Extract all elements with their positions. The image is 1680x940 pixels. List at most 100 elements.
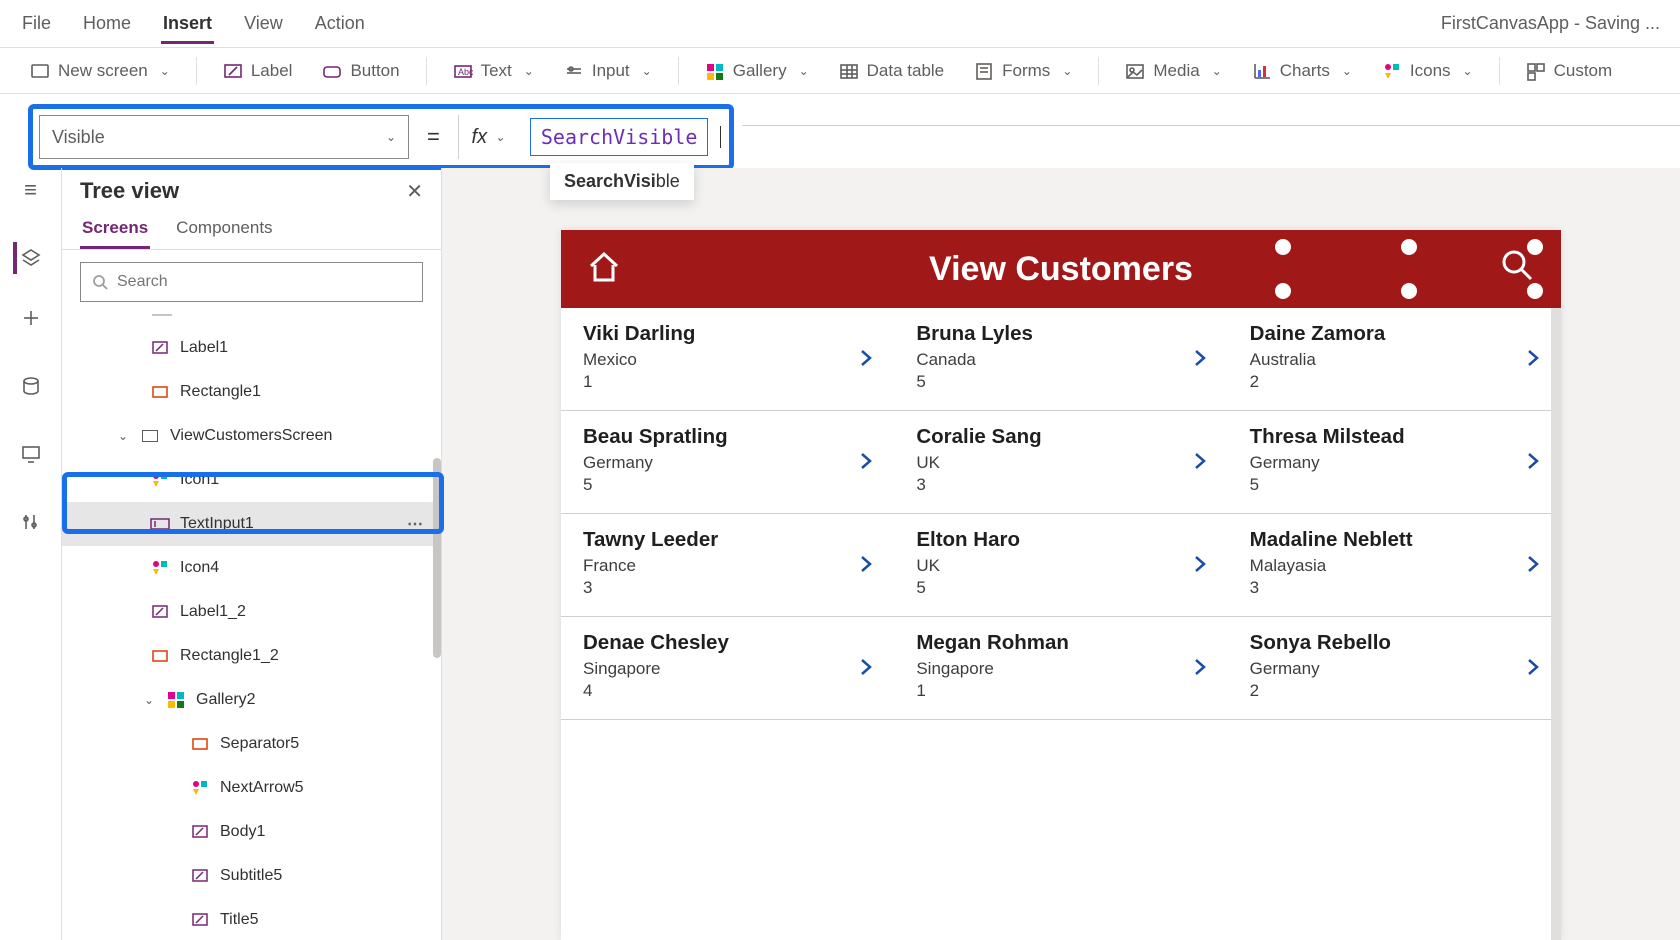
more-options-icon[interactable]: ⋯ [407, 514, 425, 534]
plus-icon [20, 307, 42, 329]
tree-node-textinput1[interactable]: TextInput1 ⋯ [62, 502, 441, 546]
gallery-card[interactable]: Coralie Sang UK 3 [894, 411, 1227, 513]
chevron-down-icon: ⌄ [642, 64, 652, 78]
chevron-right-icon[interactable] [1523, 651, 1543, 685]
customer-name: Beau Spratling [583, 425, 728, 449]
ribbon-input[interactable]: Input⌄ [554, 55, 662, 87]
customer-name: Thresa Milstead [1250, 425, 1405, 449]
formula-input[interactable]: SearchVisible [530, 118, 709, 156]
tab-components[interactable]: Components [174, 210, 274, 249]
close-icon[interactable]: ✕ [406, 179, 423, 204]
rail-advanced[interactable] [13, 504, 49, 540]
equals-sign: = [421, 124, 446, 150]
fx-button[interactable]: fx⌄ [458, 115, 518, 159]
ribbon-icons[interactable]: Icons⌄ [1372, 55, 1483, 87]
ribbon-text[interactable]: Abc Text⌄ [443, 55, 544, 87]
ribbon-label[interactable]: Label [213, 55, 303, 87]
ribbon-new-screen[interactable]: New screen⌄ [20, 55, 180, 87]
tree-scrollbar[interactable] [433, 458, 441, 658]
icon-icon [150, 558, 170, 578]
tree-node-icon1[interactable]: Icon1 [62, 458, 441, 502]
gallery-card[interactable]: Sonya Rebello Germany 2 [1228, 617, 1561, 719]
tree-search[interactable] [80, 262, 423, 302]
gallery-card[interactable]: Elton Haro UK 5 [894, 514, 1227, 616]
rail-media[interactable] [13, 436, 49, 472]
tree-node-separator5[interactable]: Separator5 [62, 722, 441, 766]
property-dropdown[interactable]: Visible ⌄ [39, 115, 409, 159]
chevron-right-icon[interactable] [856, 651, 876, 685]
menu-action[interactable]: Action [313, 3, 367, 44]
intellisense-popup[interactable]: SearchVisible [550, 163, 694, 200]
ribbon-forms[interactable]: Forms⌄ [964, 55, 1082, 87]
gallery-card[interactable]: Denae Chesley Singapore 4 [561, 617, 894, 719]
chevron-down-icon: ⌄ [524, 64, 534, 78]
app-scrollbar[interactable] [1551, 308, 1561, 940]
search-icon[interactable] [1499, 247, 1535, 292]
rectangle-icon [150, 646, 170, 666]
menu-view[interactable]: View [242, 3, 285, 44]
tree-search-input[interactable] [117, 273, 412, 291]
tree-node-subtitle5[interactable]: Subtitle5 [62, 854, 441, 898]
customer-number: 1 [916, 681, 1069, 701]
gallery-card[interactable]: Tawny Leeder France 3 [561, 514, 894, 616]
tree-node-viewcustomersscreen[interactable]: ⌄ ViewCustomersScreen [62, 414, 441, 458]
chevron-right-icon[interactable] [1523, 342, 1543, 376]
gallery-card[interactable]: Madaline Neblett Malayasia 3 [1228, 514, 1561, 616]
rail-data[interactable] [13, 368, 49, 404]
chevron-right-icon[interactable] [856, 445, 876, 479]
tree-node-nextarrow5[interactable]: NextArrow5 [62, 766, 441, 810]
gallery-card[interactable]: Beau Spratling Germany 5 [561, 411, 894, 513]
design-canvas[interactable]: View Customers Viki Darling Mexico 1 Bru… [442, 168, 1680, 940]
chevron-right-icon[interactable] [856, 342, 876, 376]
gallery-row: Beau Spratling Germany 5 Coralie Sang UK… [561, 411, 1561, 514]
chevron-right-icon[interactable] [1190, 548, 1210, 582]
ribbon-data-table[interactable]: Data table [829, 55, 955, 87]
gallery-card[interactable]: Megan Rohman Singapore 1 [894, 617, 1227, 719]
ribbon-charts[interactable]: Charts⌄ [1242, 55, 1362, 87]
gallery[interactable]: Viki Darling Mexico 1 Bruna Lyles Canada… [561, 308, 1561, 720]
chevron-down-icon: ⌄ [1463, 64, 1473, 78]
customer-number: 3 [1250, 578, 1413, 598]
rail-treeview[interactable] [13, 240, 49, 276]
customer-number: 1 [583, 372, 695, 392]
tab-screens[interactable]: Screens [80, 210, 150, 249]
gallery-card[interactable]: Viki Darling Mexico 1 [561, 308, 894, 410]
chevron-right-icon[interactable] [1190, 342, 1210, 376]
gallery-card[interactable]: Bruna Lyles Canada 5 [894, 308, 1227, 410]
rail-insert[interactable] [13, 300, 49, 336]
ribbon-button[interactable]: Button [312, 55, 409, 87]
icon-icon [150, 470, 170, 490]
gallery-row: Viki Darling Mexico 1 Bruna Lyles Canada… [561, 308, 1561, 411]
tree-node-body1[interactable]: Body1 [62, 810, 441, 854]
ribbon-media[interactable]: Media⌄ [1115, 55, 1231, 87]
tree-list[interactable]: Label1 Rectangle1 ⌄ ViewCustomersScreen … [62, 308, 441, 940]
home-icon[interactable] [585, 248, 623, 291]
rail-hamburger[interactable]: ≡ [13, 172, 49, 208]
customer-name: Daine Zamora [1250, 322, 1386, 346]
tree-node-gallery2[interactable]: ⌄ Gallery2 [62, 678, 441, 722]
gallery-card[interactable]: Thresa Milstead Germany 5 [1228, 411, 1561, 513]
tree-node-title5[interactable]: Title5 [62, 898, 441, 940]
menu-file[interactable]: File [20, 3, 53, 44]
ribbon-custom[interactable]: Custom [1516, 55, 1623, 87]
customer-country: Mexico [583, 350, 695, 370]
ribbon-gallery[interactable]: Gallery⌄ [695, 55, 819, 87]
button-icon [322, 61, 342, 81]
chevron-right-icon[interactable] [1523, 445, 1543, 479]
customer-name: Megan Rohman [916, 631, 1069, 655]
gallery-card[interactable]: Daine Zamora Australia 2 [1228, 308, 1561, 410]
tree-node-rectangle1-2[interactable]: Rectangle1_2 [62, 634, 441, 678]
tree-node-rectangle1[interactable]: Rectangle1 [62, 370, 441, 414]
tree-node-label1[interactable]: Label1 [62, 326, 441, 370]
app-preview-screen[interactable]: View Customers Viki Darling Mexico 1 Bru… [561, 230, 1561, 940]
chevron-right-icon[interactable] [1190, 445, 1210, 479]
chevron-right-icon[interactable] [856, 548, 876, 582]
tree-node-label1-2[interactable]: Label1_2 [62, 590, 441, 634]
chevron-right-icon[interactable] [1190, 651, 1210, 685]
menu-home[interactable]: Home [81, 3, 133, 44]
chevron-right-icon[interactable] [1523, 548, 1543, 582]
menu-insert[interactable]: Insert [161, 3, 214, 44]
tree-node-icon4[interactable]: Icon4 [62, 546, 441, 590]
input-icon [564, 61, 584, 81]
app-title: View Customers [929, 250, 1193, 289]
